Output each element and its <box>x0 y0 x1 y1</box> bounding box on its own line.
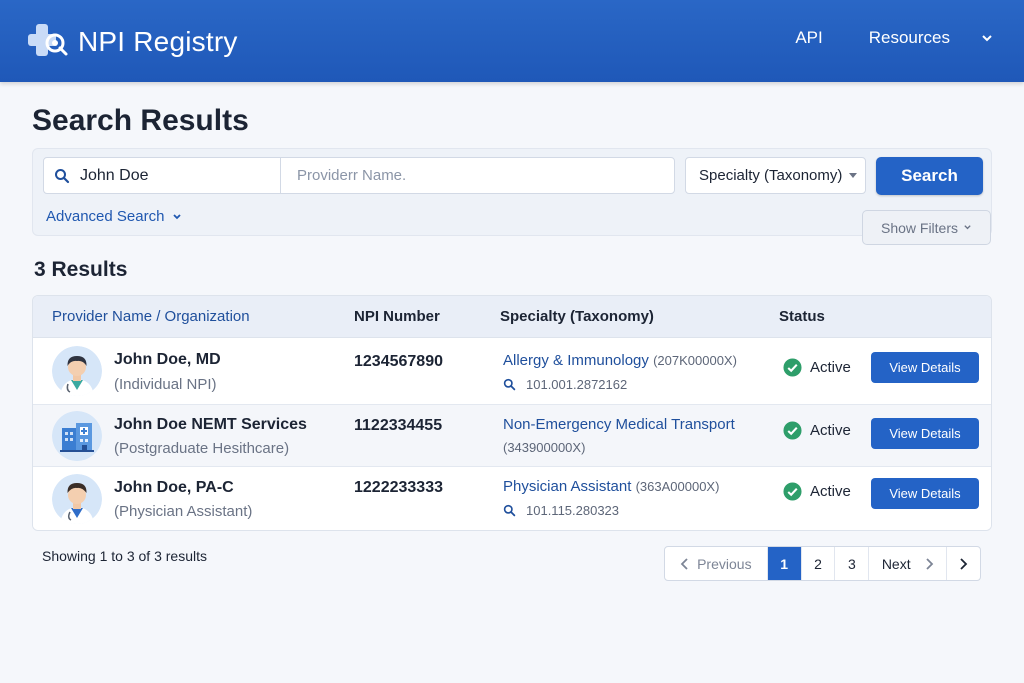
next-label: Next <box>881 555 911 572</box>
pagination: Previous 1 2 3 Next <box>664 546 981 581</box>
license-line: 101.115.280323 <box>503 503 619 518</box>
provider-name[interactable]: John Doe NEMT Services <box>114 416 307 434</box>
doctor-avatar-icon <box>52 474 102 524</box>
check-circle-icon <box>783 358 802 377</box>
license-number: 101.115.280323 <box>526 503 620 518</box>
status-badge: Active <box>783 482 851 501</box>
npi-number: 1222233333 <box>354 479 443 496</box>
chevron-right-icon <box>925 557 933 570</box>
name-search-value: John Doe <box>80 166 149 184</box>
license-number: 101.001.2872162 <box>526 377 628 392</box>
specialty-text[interactable]: Physician Assistant (363A00000X) <box>503 478 719 495</box>
hospital-building-icon <box>52 411 102 461</box>
results-count: 3 Results <box>34 258 128 281</box>
app-title: NPI Registry <box>78 26 238 57</box>
specialty-name[interactable]: Non-Emergency Medical Transport <box>503 416 735 433</box>
nav-resources-link[interactable]: Resources <box>869 28 950 48</box>
status-badge: Active <box>783 421 851 440</box>
search-icon <box>503 378 516 391</box>
specialty-name: Allergy & Immunology <box>503 352 649 369</box>
table-row[interactable]: John Doe, PA-C (Physician Assistant) 122… <box>33 467 991 530</box>
search-icon <box>503 504 516 517</box>
nav-api-link[interactable]: API <box>795 28 822 48</box>
results-table: Provider Name / Organization NPI Number … <box>32 295 992 531</box>
provider-name[interactable]: John Doe, PA-C <box>114 479 234 497</box>
chevron-left-icon <box>680 557 688 570</box>
specialty-select[interactable]: Specialty (Taxonomy) <box>685 157 866 194</box>
top-header: NPI Registry API Resources <box>0 0 1024 82</box>
taxonomy-code: (343900000X) <box>503 440 586 455</box>
table-header: Provider Name / Organization NPI Number … <box>33 296 991 338</box>
doctor-avatar-icon <box>52 346 102 396</box>
view-details-button[interactable]: View Details <box>871 478 979 509</box>
page-3-button[interactable]: 3 <box>835 547 870 580</box>
npi-number: 1234567890 <box>354 353 443 370</box>
advanced-search-label: Advanced Search <box>46 208 165 225</box>
table-row[interactable]: John Doe, MD (Individual NPI) 1234567890… <box>33 338 991 405</box>
next-page-button[interactable]: Next <box>869 547 948 580</box>
brand[interactable]: NPI Registry <box>28 22 238 62</box>
previous-label: Previous <box>697 555 752 572</box>
column-header-specialty[interactable]: Specialty (Taxonomy) <box>500 308 654 325</box>
page-2-button[interactable]: 2 <box>802 547 836 580</box>
results-summary: Showing 1 to 3 of 3 results <box>42 548 207 564</box>
chevron-down-icon <box>964 225 971 230</box>
caret-down-icon <box>849 173 857 178</box>
search-panel: John Doe Providerr Name. Specialty (Taxo… <box>32 148 992 236</box>
specialty-select-label: Specialty (Taxonomy) <box>699 167 843 184</box>
status-text: Active <box>810 483 851 500</box>
check-circle-icon <box>783 482 802 501</box>
chevron-down-icon <box>173 213 182 219</box>
license-line: 101.001.2872162 <box>503 377 627 392</box>
specialty-text[interactable]: Allergy & Immunology (207K00000X) <box>503 352 737 369</box>
search-icon <box>54 168 70 184</box>
taxonomy-code: (363A00000X) <box>635 479 720 494</box>
npi-logo-icon <box>28 22 70 62</box>
chevron-down-icon[interactable] <box>980 31 994 45</box>
provider-name-input[interactable]: Providerr Name. <box>281 158 674 193</box>
show-filters-button[interactable]: Show Filters <box>862 210 991 245</box>
provider-type: (Individual NPI) <box>114 376 217 393</box>
column-header-npi[interactable]: NPI Number <box>354 308 440 325</box>
show-filters-label: Show Filters <box>880 219 959 236</box>
column-header-provider[interactable]: Provider Name / Organization <box>52 308 250 325</box>
page-1-button[interactable]: 1 <box>767 547 802 580</box>
search-button[interactable]: Search <box>876 157 983 195</box>
provider-type: (Physician Assistant) <box>114 503 253 520</box>
previous-page-button[interactable]: Previous <box>665 547 768 580</box>
taxonomy-code: (207K00000X) <box>653 353 737 368</box>
view-details-button[interactable]: View Details <box>871 352 979 383</box>
page-title: Search Results <box>32 104 249 137</box>
specialty-name: Physician Assistant <box>503 478 632 495</box>
provider-name[interactable]: John Doe, MD <box>114 351 221 369</box>
advanced-search-link[interactable]: Advanced Search <box>46 208 182 225</box>
column-header-status[interactable]: Status <box>779 308 825 325</box>
npi-number: 1122334455 <box>354 417 443 434</box>
search-input-group: John Doe Providerr Name. <box>43 157 675 194</box>
chevron-right-icon <box>960 557 968 570</box>
status-text: Active <box>810 359 851 376</box>
status-text: Active <box>810 422 851 439</box>
view-details-button[interactable]: View Details <box>871 418 979 449</box>
name-search-field[interactable]: John Doe <box>44 158 281 193</box>
status-badge: Active <box>783 358 851 377</box>
check-circle-icon <box>783 421 802 440</box>
provider-type: (Postgraduate Hesithcare) <box>114 440 290 457</box>
table-row[interactable]: John Doe NEMT Services (Postgraduate Hes… <box>33 405 991 467</box>
top-nav: API Resources <box>795 28 994 48</box>
last-page-button[interactable] <box>947 547 980 580</box>
